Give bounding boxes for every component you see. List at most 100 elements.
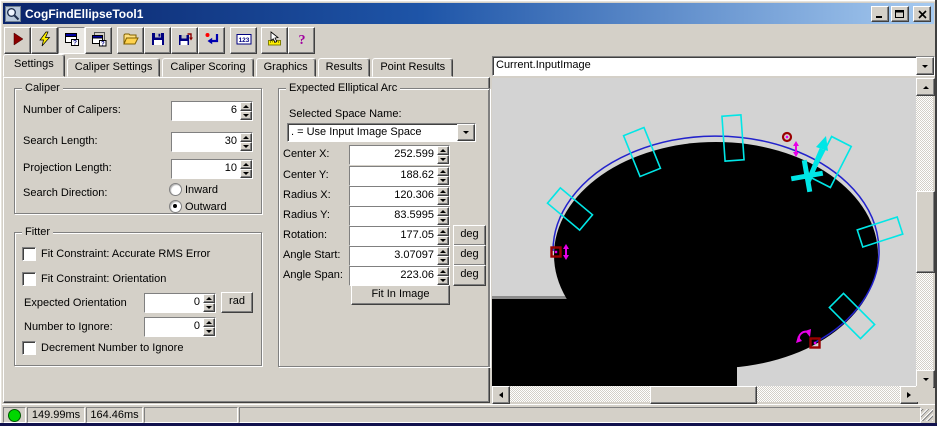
inward-radio-label: Inward [185, 184, 219, 196]
float-all-windows-button[interactable]: ? [85, 27, 112, 54]
angle-span-field[interactable]: 223.06 [349, 266, 450, 286]
save-button[interactable] [144, 27, 171, 54]
fit-in-image-button[interactable]: Fit In Image [351, 285, 450, 305]
chevron-down-icon [463, 131, 469, 134]
combo-dropdown-button[interactable] [457, 124, 475, 141]
spin-down-button[interactable] [437, 256, 449, 265]
spin-up-button[interactable] [240, 133, 252, 142]
rms-error-checkbox[interactable] [22, 247, 36, 261]
tab-caliper-settings[interactable]: Caliper Settings [66, 58, 161, 77]
angle-start-value[interactable]: 3.07097 [350, 247, 437, 265]
radius-x-field[interactable]: 120.306 [349, 186, 450, 206]
horizontal-scrollbar[interactable] [492, 386, 918, 404]
rotation-value[interactable]: 177.05 [350, 227, 437, 245]
inward-radio[interactable] [169, 183, 182, 196]
arrow-down-icon [922, 377, 929, 381]
orientation-checkbox[interactable] [22, 272, 36, 286]
help-button[interactable]: ? [288, 27, 315, 54]
projection-length-field[interactable]: 10 [171, 159, 253, 179]
decrement-ignore-checkbox[interactable] [22, 341, 36, 355]
projection-length-label: Projection Length: [23, 162, 112, 174]
spin-down-button[interactable] [203, 303, 215, 312]
number-to-ignore-field[interactable]: 0 [144, 317, 216, 337]
spin-down-button[interactable] [203, 327, 215, 336]
position-size-button[interactable] [261, 27, 288, 54]
spin-up-button[interactable] [437, 207, 449, 216]
scroll-left-button[interactable] [492, 386, 510, 404]
maximize-button[interactable] [891, 6, 909, 22]
radius-x-spinner [437, 187, 449, 205]
radius-y-field[interactable]: 83.5995 [349, 206, 450, 226]
rotation-field[interactable]: 177.05 [349, 226, 450, 246]
center-x-field[interactable]: 252.599 [349, 145, 450, 165]
spin-up-button[interactable] [203, 294, 215, 303]
spin-down-button[interactable] [437, 155, 449, 164]
center-y-field[interactable]: 188.62 [349, 166, 450, 186]
run-button[interactable] [4, 27, 31, 54]
radius-x-value[interactable]: 120.306 [350, 187, 437, 205]
minimize-button[interactable] [871, 6, 889, 22]
open-file-button[interactable] [117, 27, 144, 54]
image-display[interactable] [492, 78, 935, 404]
spin-down-button[interactable] [240, 169, 252, 178]
number-to-ignore-value[interactable]: 0 [145, 318, 203, 336]
combo-dropdown-button[interactable] [916, 57, 934, 75]
number-of-calipers-value[interactable]: 6 [172, 102, 240, 120]
live-run-button[interactable] [31, 27, 58, 54]
spin-up-button[interactable] [240, 102, 252, 111]
angle-span-value[interactable]: 223.06 [350, 267, 437, 285]
search-length-field[interactable]: 30 [171, 132, 253, 152]
search-length-value[interactable]: 30 [172, 133, 240, 151]
radius-y-label: Radius Y: [283, 209, 330, 221]
projection-length-value[interactable]: 10 [172, 160, 240, 178]
selected-space-combobox[interactable]: . = Use Input Image Space [287, 123, 476, 142]
spin-down-button[interactable] [437, 176, 449, 185]
angle-span-deg-button[interactable]: deg [453, 265, 486, 286]
tab-settings[interactable]: Settings [3, 54, 65, 77]
resize-grip[interactable] [921, 409, 933, 421]
rotation-deg-button[interactable]: deg [453, 225, 486, 246]
save-image-button[interactable] [171, 27, 198, 54]
angle-start-spinner [437, 247, 449, 265]
center-y-value[interactable]: 188.62 [350, 167, 437, 185]
tab-caliper-scoring[interactable]: Caliper Scoring [162, 58, 254, 77]
svg-text:123: 123 [238, 37, 249, 44]
reset-button[interactable] [198, 27, 225, 54]
spin-down-button[interactable] [240, 142, 252, 151]
angle-span-spinner [437, 267, 449, 285]
radius-y-value[interactable]: 83.5995 [350, 207, 437, 225]
angle-start-field[interactable]: 3.07097 [349, 246, 450, 266]
spin-up-button[interactable] [437, 167, 449, 176]
spin-up-button[interactable] [437, 267, 449, 276]
float-window-button[interactable]: ? [58, 27, 85, 54]
expected-orientation-value[interactable]: 0 [145, 294, 203, 312]
spin-up-button[interactable] [437, 247, 449, 256]
horizontal-scrollbar-thumb[interactable] [650, 386, 757, 404]
number-of-calipers-field[interactable]: 6 [171, 101, 253, 121]
number-format-button[interactable]: 123 [230, 27, 257, 54]
image-source-selector[interactable]: Current.InputImage [492, 56, 935, 76]
spin-up-button[interactable] [437, 146, 449, 155]
spin-down-button[interactable] [437, 276, 449, 285]
scroll-up-button[interactable] [916, 78, 935, 96]
spin-up-button[interactable] [437, 227, 449, 236]
vertical-scrollbar[interactable] [916, 78, 935, 388]
close-button[interactable] [913, 6, 931, 22]
expected-orientation-field[interactable]: 0 [144, 293, 216, 313]
titlebar[interactable]: CogFindEllipseTool1 [3, 3, 934, 24]
tab-results[interactable]: Results [317, 58, 371, 77]
spin-down-button[interactable] [437, 236, 449, 245]
spin-down-button[interactable] [240, 111, 252, 120]
spin-up-button[interactable] [240, 160, 252, 169]
angle-start-deg-button[interactable]: deg [453, 245, 486, 266]
vertical-scrollbar-thumb[interactable] [916, 191, 935, 273]
outward-radio[interactable] [169, 200, 182, 213]
rad-unit-button[interactable]: rad [221, 292, 253, 313]
spin-down-button[interactable] [437, 216, 449, 225]
spin-up-button[interactable] [203, 318, 215, 327]
tab-graphics[interactable]: Graphics [255, 58, 316, 77]
spin-up-button[interactable] [437, 187, 449, 196]
center-x-value[interactable]: 252.599 [350, 146, 437, 164]
tab-point-results[interactable]: Point Results [372, 58, 454, 77]
spin-down-button[interactable] [437, 196, 449, 205]
